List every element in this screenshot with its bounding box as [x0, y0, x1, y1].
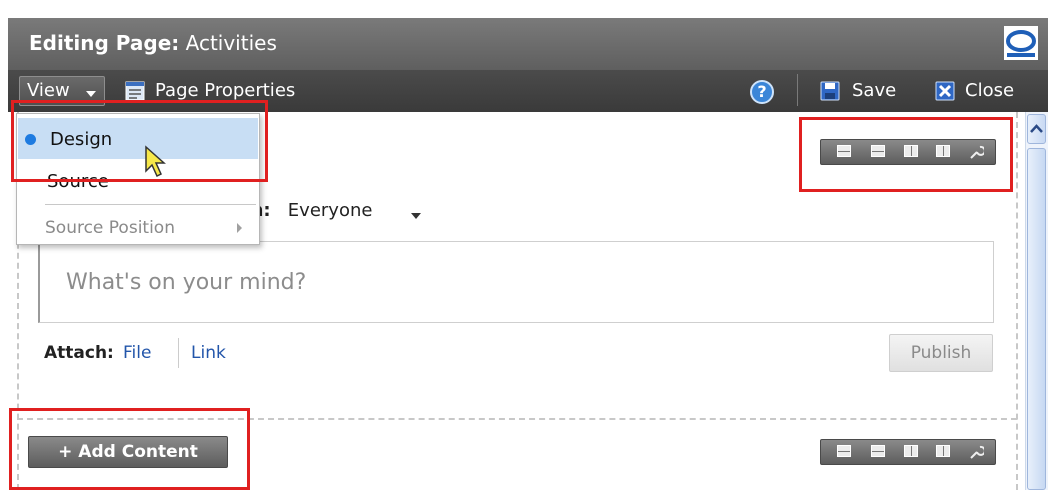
page-title: Editing Page: Activities — [29, 31, 277, 55]
chevron-up-icon — [1030, 124, 1043, 133]
close-button[interactable]: Close — [965, 80, 1014, 101]
page-title-prefix: Editing Page: — [29, 31, 180, 55]
menu-divider — [45, 204, 256, 205]
layout-three-columns-icon[interactable] — [904, 445, 918, 457]
status-placeholder[interactable]: What's on your mind? — [66, 270, 306, 295]
page-properties-button[interactable]: Page Properties — [155, 80, 295, 101]
oracle-logo-icon — [1004, 26, 1038, 60]
layout-two-columns-icon[interactable] — [936, 445, 950, 457]
chevron-down-icon — [86, 91, 96, 97]
scrollbar-thumb[interactable] — [1027, 148, 1046, 490]
region-border-right — [1016, 112, 1018, 490]
layout-one-column-icon[interactable] — [837, 445, 851, 457]
annotation-box-add-content — [9, 408, 250, 490]
scroll-up-button[interactable] — [1027, 114, 1046, 144]
layout-two-rows-icon[interactable] — [871, 445, 885, 457]
share-with-label: th: Everyone — [242, 200, 372, 221]
annotation-box-layout-toolbar — [799, 117, 1013, 192]
toolbar-divider — [797, 74, 798, 106]
attach-divider — [178, 338, 179, 368]
save-icon[interactable] — [819, 80, 841, 102]
share-audience-dropdown[interactable]: Everyone — [288, 200, 373, 221]
page-title-name: Activities — [185, 31, 277, 55]
attach-file-link[interactable]: File — [123, 343, 151, 363]
annotation-box-view-menu — [11, 100, 268, 182]
chevron-right-icon — [237, 223, 242, 233]
page-properties-icon[interactable] — [124, 80, 146, 102]
wrench-icon[interactable] — [968, 444, 984, 460]
save-button[interactable]: Save — [852, 80, 896, 101]
attach-link-link[interactable]: Link — [191, 343, 226, 363]
close-icon[interactable] — [934, 80, 956, 102]
publish-button[interactable]: Publish — [889, 334, 993, 372]
attach-label: Attach: — [44, 343, 114, 363]
chevron-down-icon[interactable] — [411, 213, 421, 219]
help-icon[interactable]: ? — [750, 80, 774, 104]
view-button-label[interactable]: View — [27, 80, 70, 101]
menu-item-source-position: Source Position — [45, 218, 175, 238]
